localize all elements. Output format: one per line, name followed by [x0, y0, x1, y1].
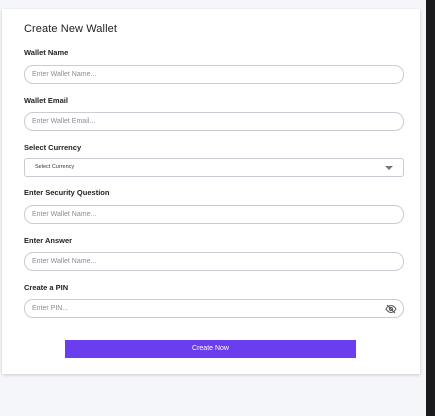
security-question-input[interactable]: Enter Wallet Name... — [24, 205, 404, 224]
currency-selected-value: Select Currency — [35, 164, 75, 170]
currency-select[interactable]: Select Currency — [24, 158, 404, 177]
chevron-down-icon — [385, 166, 393, 170]
pin-label: Create a PIN — [24, 283, 69, 292]
eye-slash-icon[interactable] — [385, 303, 397, 315]
pin-field[interactable]: Enter PIN... — [24, 299, 404, 318]
answer-label: Enter Answer — [24, 236, 73, 245]
wallet-name-label: Wallet Name — [24, 48, 69, 57]
wallet-email-label: Wallet Email — [24, 96, 68, 105]
wallet-email-input[interactable]: Enter Wallet Email... — [24, 112, 404, 131]
security-question-label: Enter Security Question — [24, 188, 110, 197]
wallet-name-input[interactable]: Enter Wallet Name... — [24, 65, 404, 84]
page-title: Create New Wallet — [24, 23, 117, 35]
pin-placeholder: Enter PIN... — [32, 305, 69, 312]
window-edge — [426, 0, 435, 416]
create-wallet-card: Create New Wallet Wallet Name Enter Wall… — [2, 9, 420, 374]
create-now-button[interactable]: Create Now — [65, 340, 356, 358]
currency-label: Select Currency — [24, 143, 82, 152]
answer-input[interactable]: Enter Wallet Name... — [24, 252, 404, 271]
